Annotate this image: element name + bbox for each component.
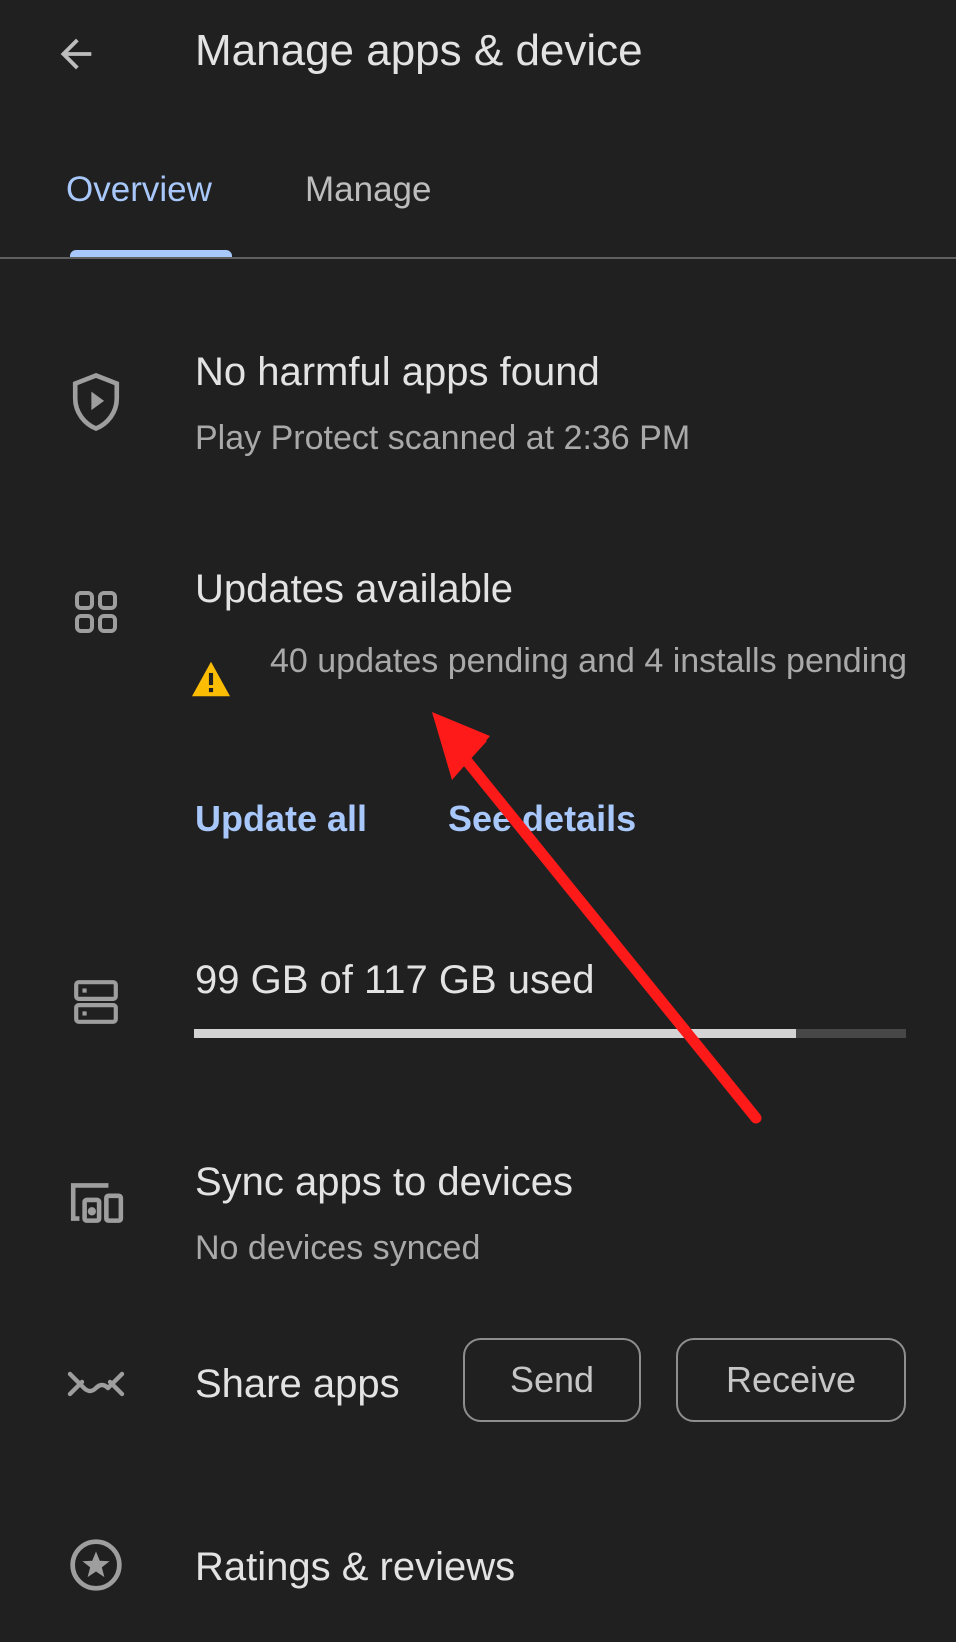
play-protect-item[interactable]: No harmful apps found Play Protect scann… bbox=[195, 350, 935, 458]
nearby-share-icon bbox=[64, 1352, 128, 1416]
devices-icon bbox=[64, 1170, 128, 1234]
updates-title: Updates available bbox=[195, 567, 513, 611]
storage-progress-fill bbox=[194, 1029, 797, 1038]
update-all-button[interactable]: Update all bbox=[195, 798, 367, 840]
star-circle-icon bbox=[64, 1533, 128, 1597]
receive-button[interactable]: Receive bbox=[676, 1338, 906, 1422]
tab-manage[interactable]: Manage bbox=[305, 170, 431, 210]
storage-progress-bar bbox=[194, 1029, 906, 1038]
sync-title: Sync apps to devices bbox=[195, 1160, 573, 1204]
page-title: Manage apps & device bbox=[195, 26, 643, 75]
play-protect-title: No harmful apps found bbox=[195, 350, 600, 394]
share-apps-title: Share apps bbox=[195, 1362, 400, 1406]
warning-icon bbox=[190, 660, 244, 714]
shield-play-icon bbox=[64, 370, 128, 434]
see-details-button[interactable]: See details bbox=[448, 798, 636, 840]
updates-description: 40 updates pending and 4 installs pendin… bbox=[270, 642, 908, 680]
tab-divider bbox=[0, 257, 956, 259]
storage-label: 99 GB of 117 GB used bbox=[195, 958, 595, 1002]
apps-grid-icon bbox=[64, 580, 128, 644]
send-button[interactable]: Send bbox=[463, 1338, 641, 1422]
storage-icon bbox=[64, 970, 128, 1034]
back-button[interactable] bbox=[44, 22, 108, 86]
arrow-back-icon bbox=[60, 38, 92, 70]
play-protect-subtitle: Play Protect scanned at 2:36 PM bbox=[195, 419, 691, 457]
sync-apps-item[interactable]: Sync apps to devices No devices synced bbox=[195, 1160, 935, 1268]
ratings-reviews-item[interactable]: Ratings & reviews bbox=[195, 1545, 515, 1590]
tab-overview[interactable]: Overview bbox=[66, 170, 212, 210]
sync-subtitle: No devices synced bbox=[195, 1229, 481, 1267]
